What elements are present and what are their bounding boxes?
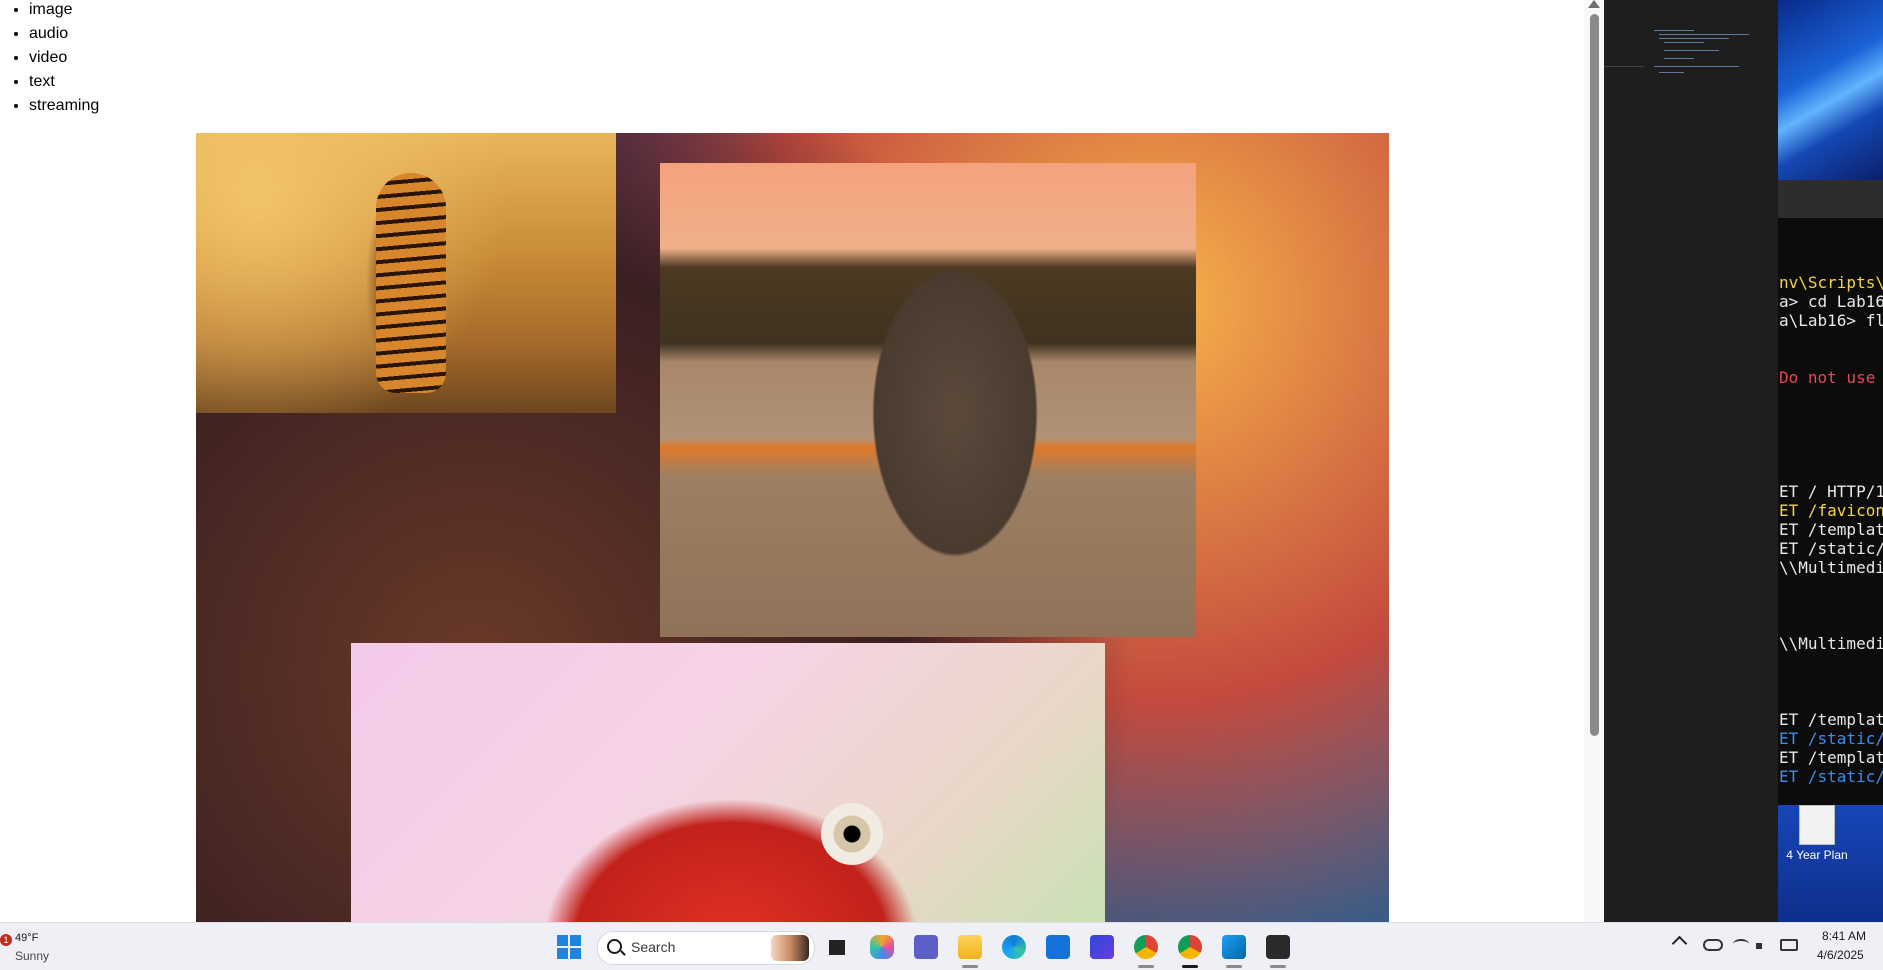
running-indicator xyxy=(962,965,978,968)
parrot-image xyxy=(351,643,1105,922)
vscode-icon[interactable] xyxy=(1222,935,1246,959)
list-item: text xyxy=(29,72,99,96)
running-indicator xyxy=(1270,965,1286,968)
running-indicator xyxy=(1226,965,1242,968)
minimap-line xyxy=(1654,66,1739,67)
terminal-line: \\Multimedia xyxy=(1779,634,1883,653)
list-item: video xyxy=(29,48,99,72)
terminal-line: ET /static/C xyxy=(1779,767,1883,786)
file-explorer-icon[interactable] xyxy=(958,935,982,959)
minimap-line xyxy=(1659,38,1729,39)
terminal-line: Do not use i xyxy=(1779,368,1876,387)
weather-temperature: 49°F xyxy=(15,932,39,944)
clock-date[interactable]: 4/6/2025 xyxy=(1817,948,1864,962)
scroll-up-arrow-icon[interactable] xyxy=(1588,0,1600,8)
terminal-line: ET /template xyxy=(1779,520,1883,539)
terminal-line: nv\Scripts\A xyxy=(1779,273,1883,292)
search-icon xyxy=(607,939,622,954)
terminal-line: a> cd Lab16 xyxy=(1779,292,1883,311)
page-scrollbar[interactable] xyxy=(1584,0,1604,922)
elephant-image xyxy=(660,163,1196,637)
tiger-image xyxy=(196,133,616,413)
clock-time[interactable]: 8:41 AM xyxy=(1822,929,1866,943)
chrome-icon[interactable] xyxy=(1134,935,1158,959)
task-view-icon[interactable] xyxy=(825,935,849,959)
notification-badge: 1 xyxy=(0,934,12,946)
terminal-line: ET /static/C xyxy=(1779,539,1883,558)
list-item: streaming xyxy=(29,96,99,120)
terminal-line: ET /template xyxy=(1779,710,1883,729)
onedrive-icon[interactable] xyxy=(1703,939,1723,951)
edge-icon[interactable] xyxy=(1002,935,1026,959)
volume-icon[interactable] xyxy=(1756,939,1772,951)
terminal-line: a\Lab16> fla xyxy=(1779,311,1883,330)
wifi-icon[interactable] xyxy=(1733,939,1749,949)
chrome-profile-icon[interactable] xyxy=(1178,935,1202,959)
editor-divider xyxy=(1604,66,1644,67)
desktop-icon-label[interactable]: 4 Year Plan xyxy=(1778,848,1856,862)
minimap-line xyxy=(1659,72,1684,73)
minimap-line xyxy=(1664,58,1694,59)
list-item: audio xyxy=(29,24,99,48)
weather-widget[interactable]: 1 49°F Sunny xyxy=(0,929,80,965)
copilot-icon[interactable] xyxy=(870,935,894,959)
terminal-line: ET /favicon. xyxy=(1779,501,1883,520)
minimap-line xyxy=(1664,50,1719,51)
running-indicator xyxy=(1138,965,1154,968)
desktop-wallpaper xyxy=(1778,0,1883,180)
terminal-line: ET /static/C xyxy=(1779,729,1883,748)
scrollbar-thumb[interactable] xyxy=(1590,14,1599,736)
tiger-figure xyxy=(376,173,446,393)
terminal-line: ET / HTTP/1. xyxy=(1779,482,1883,501)
desktop-background: 4 Year Plan xyxy=(1778,805,1883,922)
image-collage xyxy=(196,133,1389,922)
store-icon[interactable] xyxy=(1046,935,1070,959)
browser-page: image audio video text streaming xyxy=(0,0,1604,922)
document-icon[interactable] xyxy=(1799,805,1835,845)
minimap-line xyxy=(1659,34,1749,35)
active-indicator xyxy=(1182,965,1198,968)
minimap-line xyxy=(1654,30,1694,31)
pycharm-icon[interactable] xyxy=(1090,935,1114,959)
weather-description: Sunny xyxy=(15,949,50,963)
chevron-up-icon[interactable] xyxy=(1671,935,1688,952)
elephant-figure xyxy=(840,213,1070,613)
terminal-line: ET /template xyxy=(1779,748,1883,767)
battery-icon[interactable] xyxy=(1780,939,1798,951)
start-icon[interactable] xyxy=(557,935,581,959)
minimap-line xyxy=(1664,42,1704,43)
parrot-eye xyxy=(821,803,883,865)
terminal-line: \\Multimedia xyxy=(1779,558,1883,577)
teams-icon[interactable] xyxy=(914,935,938,959)
terminal-icon[interactable] xyxy=(1266,935,1290,959)
terminal-tab-bar[interactable] xyxy=(1778,180,1883,218)
search-input[interactable]: Search xyxy=(597,931,815,965)
search-placeholder: Search xyxy=(631,939,676,955)
terminal-window: nv\Scripts\Aa> cd Lab16a\Lab16> fla Do no… xyxy=(1778,0,1883,922)
taskbar: 1 49°F Sunny Search 8:41 AM 4/6/2025 xyxy=(0,922,1883,970)
code-editor-window xyxy=(1604,0,1778,922)
media-type-list: image audio video text streaming xyxy=(0,0,99,120)
search-highlight-icon xyxy=(771,935,809,961)
list-item: image xyxy=(29,0,99,24)
